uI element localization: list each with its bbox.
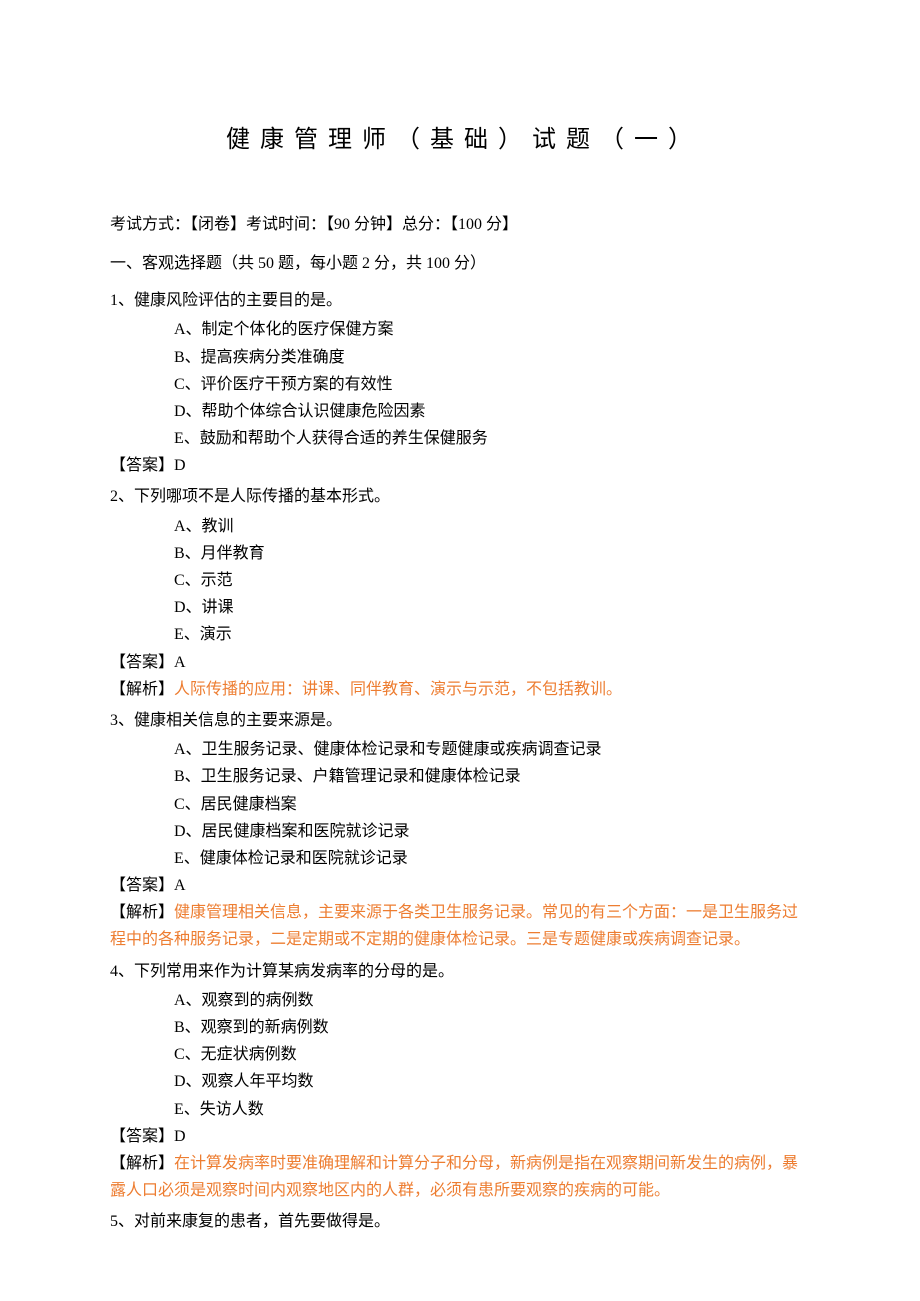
question-stem: 1、健康风险评估的主要目的是。 bbox=[110, 287, 810, 314]
question-answer: 【答案】A bbox=[110, 872, 810, 899]
question-option: A、制定个体化的医疗保健方案 bbox=[110, 316, 810, 343]
question-option: A、观察到的病例数 bbox=[110, 987, 810, 1014]
analysis-text: 人际传播的应用：讲课、同伴教育、演示与示范，不包括教训。 bbox=[174, 681, 622, 698]
question-stem: 2、下列哪项不是人际传播的基本形式。 bbox=[110, 483, 810, 510]
question-option: B、卫生服务记录、户籍管理记录和健康体检记录 bbox=[110, 763, 810, 790]
question-analysis: 【解析】在计算发病率时要准确理解和计算分子和分母，新病例是指在观察期间新发生的病… bbox=[110, 1150, 810, 1204]
question-5: 5、对前来康复的患者，首先要做得是。 bbox=[110, 1208, 810, 1235]
question-option: E、鼓励和帮助个人获得合适的养生保健服务 bbox=[110, 425, 810, 452]
question-option: D、帮助个体综合认识健康危险因素 bbox=[110, 398, 810, 425]
question-option: B、月伴教育 bbox=[110, 540, 810, 567]
question-option: C、示范 bbox=[110, 567, 810, 594]
question-stem: 4、下列常用来作为计算某病发病率的分母的是。 bbox=[110, 958, 810, 985]
question-option: C、无症状病例数 bbox=[110, 1041, 810, 1068]
question-option: E、演示 bbox=[110, 621, 810, 648]
question-option: E、失访人数 bbox=[110, 1096, 810, 1123]
exam-meta: 考试方式：【闭卷】考试时间：【90 分钟】总分：【100 分】 bbox=[110, 211, 810, 238]
question-option: D、讲课 bbox=[110, 594, 810, 621]
question-2: 2、下列哪项不是人际传播的基本形式。 A、教训 B、月伴教育 C、示范 D、讲课… bbox=[110, 483, 810, 703]
question-option: E、健康体检记录和医院就诊记录 bbox=[110, 845, 810, 872]
question-analysis: 【解析】健康管理相关信息，主要来源于各类卫生服务记录。常见的有三个方面：一是卫生… bbox=[110, 899, 810, 953]
question-3: 3、健康相关信息的主要来源是。 A、卫生服务记录、健康体检记录和专题健康或疾病调… bbox=[110, 707, 810, 954]
question-option: C、居民健康档案 bbox=[110, 791, 810, 818]
question-answer: 【答案】A bbox=[110, 649, 810, 676]
question-stem: 5、对前来康复的患者，首先要做得是。 bbox=[110, 1208, 810, 1235]
question-4: 4、下列常用来作为计算某病发病率的分母的是。 A、观察到的病例数 B、观察到的新… bbox=[110, 958, 810, 1205]
question-option: D、观察人年平均数 bbox=[110, 1068, 810, 1095]
analysis-text: 在计算发病率时要准确理解和计算分子和分母，新病例是指在观察期间新发生的病例，暴露… bbox=[110, 1155, 798, 1199]
question-option: A、卫生服务记录、健康体检记录和专题健康或疾病调查记录 bbox=[110, 736, 810, 763]
question-answer: 【答案】D bbox=[110, 1123, 810, 1150]
document-title: 健 康 管 理 师 （ 基 础 ） 试 题 （ 一 ） bbox=[110, 120, 810, 161]
question-answer: 【答案】D bbox=[110, 452, 810, 479]
question-analysis: 【解析】人际传播的应用：讲课、同伴教育、演示与示范，不包括教训。 bbox=[110, 676, 810, 703]
question-1: 1、健康风险评估的主要目的是。 A、制定个体化的医疗保健方案 B、提高疾病分类准… bbox=[110, 287, 810, 479]
analysis-label: 【解析】 bbox=[110, 681, 174, 698]
question-stem: 3、健康相关信息的主要来源是。 bbox=[110, 707, 810, 734]
question-option: D、居民健康档案和医院就诊记录 bbox=[110, 818, 810, 845]
question-option: B、观察到的新病例数 bbox=[110, 1014, 810, 1041]
question-option: B、提高疾病分类准确度 bbox=[110, 344, 810, 371]
analysis-label: 【解析】 bbox=[110, 1155, 174, 1172]
question-option: A、教训 bbox=[110, 513, 810, 540]
question-option: C、评价医疗干预方案的有效性 bbox=[110, 371, 810, 398]
analysis-label: 【解析】 bbox=[110, 904, 174, 921]
analysis-text: 健康管理相关信息，主要来源于各类卫生服务记录。常见的有三个方面：一是卫生服务过程… bbox=[110, 904, 798, 948]
section-header: 一、客观选择题（共 50 题，每小题 2 分，共 100 分） bbox=[110, 250, 810, 277]
